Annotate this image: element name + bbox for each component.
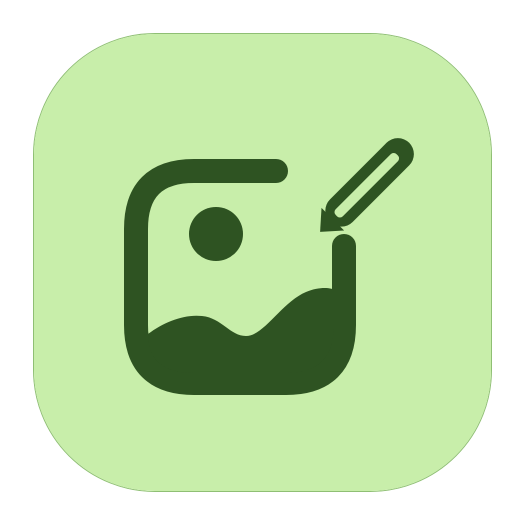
app-icon[interactable]: [33, 33, 492, 492]
icon-canvas: [0, 0, 525, 525]
sun-circle: [189, 207, 243, 261]
icon-background: [34, 34, 491, 491]
image-edit-icon: [34, 34, 491, 491]
